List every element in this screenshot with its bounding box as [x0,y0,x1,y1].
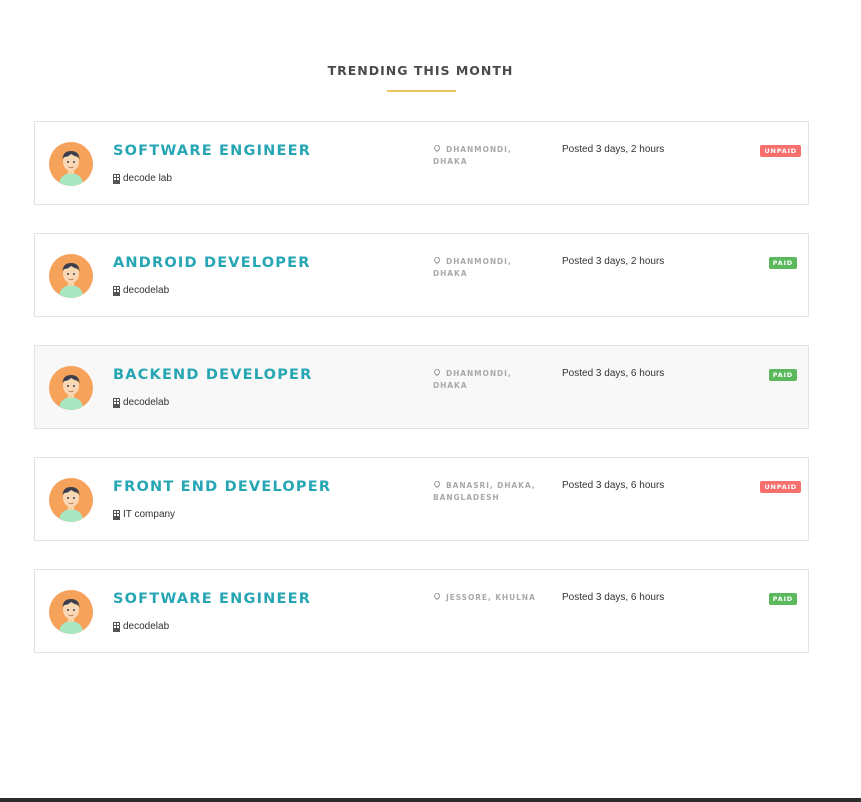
job-card[interactable]: ANDROID DEVELOPER decodelab DHANMONDI, D… [34,233,809,317]
posted-time: Posted 3 days, 2 hours [562,144,665,155]
company-name: decodelab [113,621,169,632]
map-pin-icon [432,143,442,153]
building-icon [113,621,120,632]
location-label: BANASRI, DHAKA, BANGLADESH [433,481,536,502]
job-title[interactable]: SOFTWARE ENGINEER [113,143,311,159]
status-badge: UNPAID [760,145,801,157]
location-label: DHANMONDI, DHAKA [433,145,512,166]
company-name: IT company [113,509,175,520]
status-badge: PAID [768,257,797,269]
section-title-underline [387,90,456,92]
developer-avatar-icon [49,478,93,522]
job-title[interactable]: ANDROID DEVELOPER [113,255,311,271]
building-icon [113,509,120,520]
company-name: decodelab [113,285,169,296]
map-pin-icon [432,255,442,265]
job-title[interactable]: FRONT END DEVELOPER [113,479,331,495]
company-name: decode lab [113,173,172,184]
job-title[interactable]: BACKEND DEVELOPER [113,367,313,383]
map-pin-icon [432,479,442,489]
map-pin-icon [432,591,442,601]
footer-edge [0,798,861,802]
job-title[interactable]: SOFTWARE ENGINEER [113,591,311,607]
job-location: DHANMONDI, DHAKA [432,143,543,168]
company-label: IT company [123,509,176,520]
company-label: decode lab [123,173,172,184]
building-icon [113,173,120,184]
posted-time: Posted 3 days, 6 hours [562,480,665,491]
job-location: DHANMONDI, DHAKA [432,367,543,392]
status-badge: UNPAID [760,481,801,493]
company-label: decodelab [123,621,170,632]
job-card[interactable]: SOFTWARE ENGINEER decodelab JESSORE, KHU… [34,569,809,653]
posted-time: Posted 3 days, 6 hours [562,592,665,603]
developer-avatar-icon [49,142,93,186]
location-label: JESSORE, KHULNA [446,593,536,602]
map-pin-icon [432,367,442,377]
posted-time: Posted 3 days, 6 hours [562,368,665,379]
status-badge: PAID [768,593,797,605]
building-icon [113,285,120,296]
location-label: DHANMONDI, DHAKA [433,257,512,278]
job-location: BANASRI, DHAKA, BANGLADESH [432,479,543,504]
job-card[interactable]: BACKEND DEVELOPER decodelab DHANMONDI, D… [34,345,809,429]
developer-avatar-icon [49,590,93,634]
posted-time: Posted 3 days, 2 hours [562,256,665,267]
developer-avatar-icon [49,254,93,298]
status-badge: PAID [768,369,797,381]
developer-avatar-icon [49,366,93,410]
job-location: JESSORE, KHULNA [432,591,543,604]
company-name: decodelab [113,397,169,408]
building-icon [113,397,120,408]
job-card[interactable]: SOFTWARE ENGINEER decode lab DHANMONDI, … [34,121,809,205]
company-label: decodelab [123,397,170,408]
job-location: DHANMONDI, DHAKA [432,255,543,280]
section-title: TRENDING THIS MONTH [327,63,514,78]
job-card[interactable]: FRONT END DEVELOPER IT company BANASRI, … [34,457,809,541]
company-label: decodelab [123,285,170,296]
location-label: DHANMONDI, DHAKA [433,369,512,390]
